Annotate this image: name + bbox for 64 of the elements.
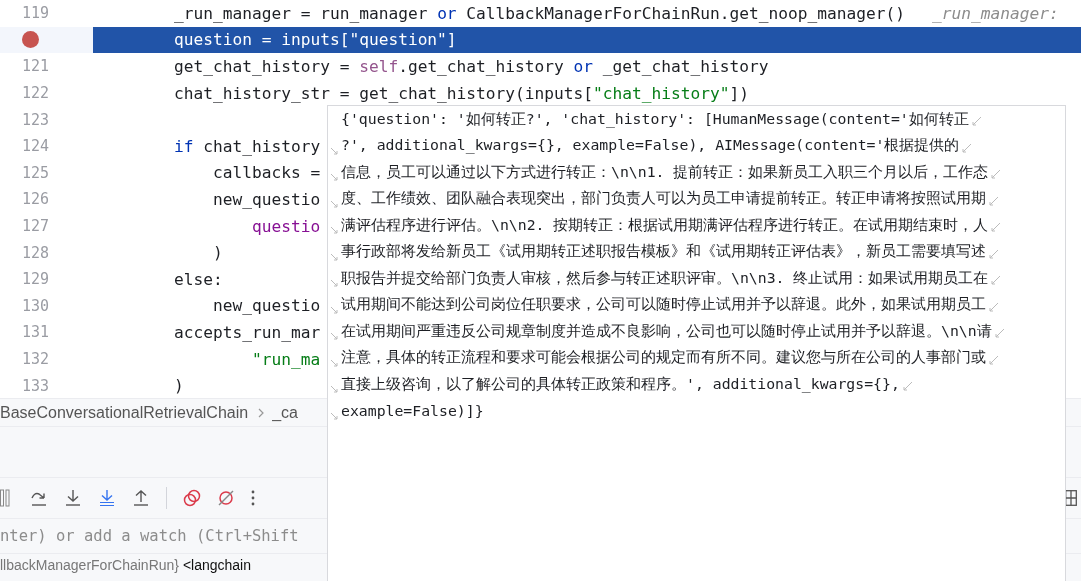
code-line: ) xyxy=(172,376,184,396)
line-number: 132 xyxy=(22,350,50,368)
mute-breakpoints-icon[interactable] xyxy=(217,489,235,507)
line-number: 121 xyxy=(22,57,50,76)
layout-icon[interactable] xyxy=(1065,490,1077,506)
line-number: 128 xyxy=(22,243,50,262)
soft-wrap-icon xyxy=(330,358,338,367)
code-line: ) xyxy=(211,243,223,263)
code-line: get_chat_history = self.get_chat_history or _get_chat_history xyxy=(172,57,769,76)
line-number: 123 xyxy=(22,110,50,129)
popup-text-line: 事行政部将发给新员工《试用期转正述职报告模板》和《试用期转正评估表》，新员工需要填写述 xyxy=(341,242,986,262)
soft-wrap-icon xyxy=(330,173,338,182)
code-line: accepts_run_mar xyxy=(172,322,321,342)
breakpoints-icon[interactable] xyxy=(183,489,201,507)
soft-wrap-icon xyxy=(330,411,338,420)
code-line: else: xyxy=(172,269,223,289)
breakpoint-icon[interactable] xyxy=(22,31,39,49)
line-number: 130 xyxy=(22,296,50,315)
line-number: 129 xyxy=(22,270,50,289)
popup-text-line: 在试用期间严重违反公司规章制度并造成不良影响，公司也可以随时停止试用并予以辞退。\n\n请 xyxy=(341,321,992,341)
popup-text-line: 注意，具体的转正流程和要求可能会根据公司的规定而有所不同。建议您与所在公司的人事部门或 xyxy=(341,348,986,368)
line-number: 127 xyxy=(22,217,50,236)
code-line: chat_history_str = get_chat_history(inputs["chat_history"]) xyxy=(172,83,749,103)
variable-value: llbackManagerForChainRun} <langchain xyxy=(0,556,252,573)
line-number: 133 xyxy=(22,376,50,395)
popup-text-line: example=False)]} xyxy=(341,402,484,420)
line-number: 119 xyxy=(22,4,50,23)
code-line: question = inputs["question"] xyxy=(172,30,457,50)
line-number: 125 xyxy=(22,163,50,182)
soft-wrap-icon xyxy=(330,385,338,394)
breadcrumb-item[interactable]: _ca xyxy=(272,403,298,422)
popup-text-line: 职报告并提交给部门负责人审核，然后参与转正述职评审。\n\n3. 终止试用：如果试用期员工在 xyxy=(341,268,989,288)
chevron-icon xyxy=(258,407,265,418)
soft-wrap-icon xyxy=(330,279,338,288)
popup-text-line: 满评估程序进行评估。\n\n2. 按期转正：根据试用期满评估程序进行转正。在试用期结束时，人 xyxy=(341,215,989,235)
more-icon[interactable] xyxy=(251,490,255,506)
line-number: 126 xyxy=(22,190,50,209)
step-out-icon[interactable] xyxy=(132,489,150,507)
code-line: "run_ma xyxy=(250,349,321,369)
popup-text-line: {'question': '如何转正?', 'chat_history': [HumanMessage(content='如何转正 xyxy=(341,109,969,129)
code-line: new_questio xyxy=(211,296,321,316)
soft-wrap-icon xyxy=(330,226,338,235)
line-number: 131 xyxy=(22,323,50,342)
code-line: questio xyxy=(250,216,321,236)
soft-wrap-icon xyxy=(330,252,338,261)
code-line: if chat_history xyxy=(172,136,321,156)
breadcrumb-item[interactable]: BaseConversationalRetrievalChain xyxy=(0,403,249,422)
code-line: new_questio xyxy=(211,189,321,209)
popup-text-line: 试用期间不能达到公司岗位任职要求，公司可以随时停止试用并予以辞退。此外，如果试用期员工 xyxy=(341,295,986,315)
line-number: 124 xyxy=(22,137,50,156)
popup-text-line: 直接上级咨询，以了解公司的具体转正政策和程序。', additional_kwargs={}, xyxy=(341,374,900,394)
soft-wrap-icon xyxy=(330,146,338,155)
line-number: 122 xyxy=(22,84,50,103)
popup-text-line: ?', additional_kwargs={}, example=False), AIMessage(content='根据提供的 xyxy=(341,136,960,156)
popup-text-line: 信息，员工可以通过以下方式进行转正：\n\n1. 提前转正：如果新员工入职三个月以后，工作态 xyxy=(341,162,989,182)
soft-wrap-icon xyxy=(330,332,338,341)
code-line: _run_manager = run_manager or CallbackManagerForChainRun.get_noop_manager() _run_manager: xyxy=(172,3,1059,23)
step-into-icon[interactable] xyxy=(64,489,82,507)
force-step-into-icon[interactable] xyxy=(98,489,116,507)
soft-wrap-icon xyxy=(330,305,338,314)
code-line: callbacks = xyxy=(211,163,321,183)
soft-wrap-icon xyxy=(330,199,338,208)
pause-icon[interactable] xyxy=(0,488,10,508)
popup-text-line: 度、工作绩效、团队融合表现突出，部门负责人可以为员工申请提前转正。转正申请将按照试用期 xyxy=(341,189,986,209)
